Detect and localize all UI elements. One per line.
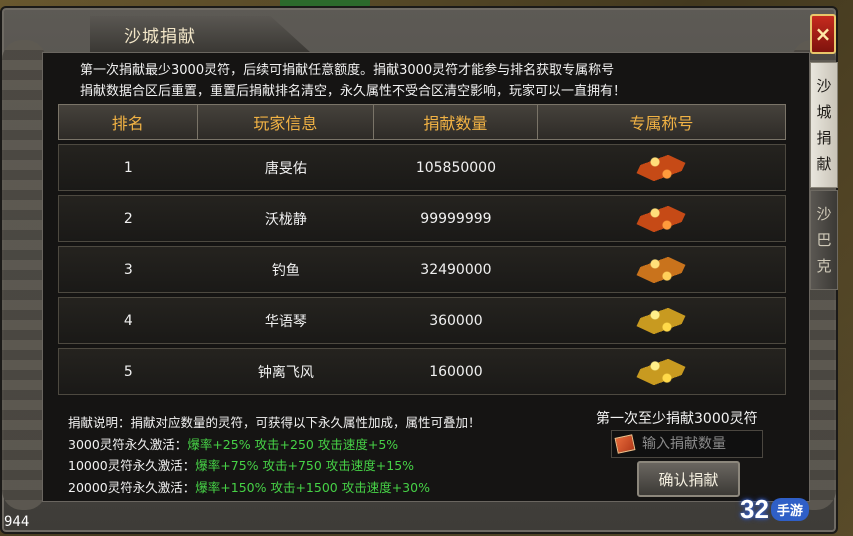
close-button[interactable]: × xyxy=(810,14,836,54)
confirm-donation-button[interactable]: 确认捐献 xyxy=(637,461,740,497)
panel-title: 沙城捐献 xyxy=(124,27,196,47)
amount-cell: 360000 xyxy=(429,312,483,329)
close-icon: × xyxy=(814,22,832,46)
header-title: 专属称号 xyxy=(629,114,694,133)
tab-label: 沙城捐献 xyxy=(816,77,832,173)
title-cell xyxy=(538,298,785,343)
orange-title-badge-icon[interactable] xyxy=(636,247,686,292)
table-row: 4 华语琴 360000 xyxy=(58,297,786,344)
gold-title-badge-icon[interactable] xyxy=(636,298,686,343)
ranking-table: 排名 玩家信息 捐献数量 专属称号 1 唐旻佑 105850000 2 沃栊静 … xyxy=(58,104,786,395)
tier-effect: 爆率+25% 攻击+250 攻击速度+5% xyxy=(187,436,399,452)
tier-effect: 爆率+150% 攻击+1500 攻击速度+30% xyxy=(195,479,430,495)
tier-label: 3000灵符永久激活： xyxy=(68,436,188,452)
donation-amount-field xyxy=(611,430,763,458)
amount-cell: 105850000 xyxy=(415,159,496,176)
bonus-tier: 20000灵符永久激活：爆率+150% 攻击+1500 攻击速度+30% xyxy=(68,477,598,499)
table-header: 排名 玩家信息 捐献数量 专属称号 xyxy=(58,104,786,140)
title-cell xyxy=(538,247,785,292)
donation-amount-input[interactable] xyxy=(642,436,762,452)
player-cell: 唐旻佑 xyxy=(264,160,307,177)
table-row: 2 沃栊静 99999999 xyxy=(58,195,786,242)
amount-cell: 32490000 xyxy=(420,261,492,278)
bonus-tier: 10000灵符永久激活：爆率+75% 攻击+750 攻击速度+15% xyxy=(68,455,598,477)
amount-cell: 99999999 xyxy=(420,210,492,227)
gold-title-badge-icon[interactable] xyxy=(636,349,686,394)
header-player: 玩家信息 xyxy=(198,105,375,139)
rank-cell: 5 xyxy=(123,363,133,380)
watermark-number: 32 xyxy=(740,493,769,524)
table-row: 5 钟离飞风 160000 xyxy=(58,348,786,395)
fps-counter: 944 xyxy=(4,514,30,530)
tier-label: 10000灵符永久激活： xyxy=(68,458,196,473)
description-line: 捐献数据合区后重置，重置后捐献排名清空，永久属性不受合区清空影响，玩家可以一直拥… xyxy=(80,84,627,99)
watermark-text: 手游 xyxy=(770,497,809,521)
tab-label: 沙巴克 xyxy=(816,205,832,275)
player-cell: 钟离飞风 xyxy=(257,364,314,381)
talisman-ticket-icon xyxy=(614,434,636,454)
bonus-info: 捐献说明：捐献对应数量的灵符，可获得以下永久属性加成，属性可叠加！ 3000灵符… xyxy=(68,412,598,498)
player-cell: 沃栊静 xyxy=(264,211,307,228)
dragon-ornament-left xyxy=(2,40,46,510)
description-line: 第一次捐献最少3000灵符，后续可捐献任意额度。捐献3000灵符才能参与排名获取… xyxy=(80,63,615,78)
red-title-badge-icon[interactable] xyxy=(636,145,686,190)
site-watermark-logo: 32 手游 xyxy=(740,488,830,530)
donation-description: 第一次捐献最少3000灵符，后续可捐献任意额度。捐献3000灵符才能参与排名获取… xyxy=(80,60,780,102)
bonus-intro: 捐献说明：捐献对应数量的灵符，可获得以下永久属性加成，属性可叠加！ xyxy=(68,415,481,430)
tier-label: 20000灵符永久激活： xyxy=(68,479,196,495)
red-title-badge-icon[interactable] xyxy=(636,196,686,241)
rank-cell: 3 xyxy=(123,261,133,278)
bonus-tier: 3000灵符永久激活：爆率+25% 攻击+250 攻击速度+5% xyxy=(68,434,598,456)
header-amount: 捐献数量 xyxy=(374,105,538,139)
header-rank: 排名 xyxy=(59,105,198,139)
rank-cell: 4 xyxy=(123,312,133,329)
tab-shabake[interactable]: 沙巴克 xyxy=(810,190,838,290)
player-cell: 钓鱼 xyxy=(271,262,300,279)
title-cell xyxy=(538,145,785,190)
rank-cell: 1 xyxy=(123,159,133,176)
table-row: 3 钓鱼 32490000 xyxy=(58,246,786,293)
title-cell xyxy=(538,349,785,394)
amount-cell: 160000 xyxy=(429,363,483,380)
minimum-donation-note: 第一次至少捐献3000灵符 xyxy=(596,411,758,427)
table-row: 1 唐旻佑 105850000 xyxy=(58,144,786,191)
title-cell xyxy=(538,196,785,241)
tab-sacheng-donation[interactable]: 沙城捐献 xyxy=(810,62,838,188)
rank-cell: 2 xyxy=(123,210,133,227)
player-cell: 华语琴 xyxy=(264,313,307,330)
tier-effect: 爆率+75% 攻击+750 攻击速度+15% xyxy=(195,458,415,473)
